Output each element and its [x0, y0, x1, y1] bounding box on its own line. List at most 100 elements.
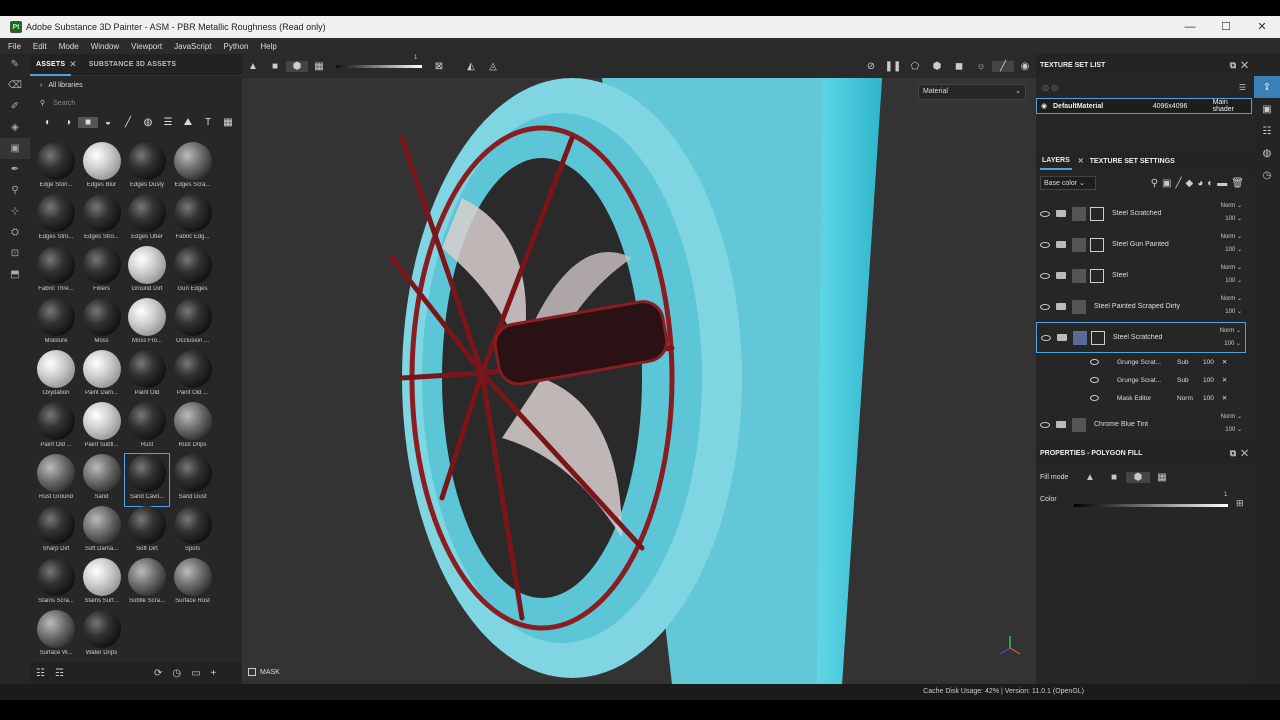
menu-python[interactable]: Python: [224, 42, 249, 51]
eye-icon[interactable]: ◉: [1041, 102, 1047, 110]
eye-icon[interactable]: [1090, 359, 1099, 365]
eye-icon[interactable]: [1090, 395, 1099, 401]
filter-environments-icon[interactable]: ⛰: [178, 117, 198, 128]
tab-assets[interactable]: ASSETS: [30, 54, 72, 76]
asset-tile[interactable]: Stains Surf...: [80, 558, 124, 610]
symmetry-icon[interactable]: ◭: [460, 61, 482, 72]
eye-icon[interactable]: [1040, 303, 1050, 310]
color-picker-icon[interactable]: ⊞: [1236, 498, 1244, 509]
tab-layers[interactable]: LAYERS: [1040, 153, 1072, 170]
close-icon[interactable]: ✕: [1222, 358, 1227, 366]
asset-tile[interactable]: Edges Stro...: [34, 194, 78, 246]
fill-object-icon[interactable]: ⬢: [1126, 471, 1150, 483]
asset-tile[interactable]: Paint Old ...: [34, 402, 78, 454]
layer-row[interactable]: Steel Scratched Norm ⌄ 100 ⌄: [1036, 322, 1246, 353]
layer-row[interactable]: Steel Scratched Norm ⌄ 100 ⌄: [1036, 198, 1246, 229]
history-panel-icon[interactable]: ◷: [1254, 164, 1280, 186]
new-window-icon[interactable]: ▭: [191, 668, 200, 679]
asset-tile[interactable]: Soft Dama...: [80, 506, 124, 558]
asset-tile[interactable]: Rust Drips: [171, 402, 215, 454]
mask-toggle[interactable]: MASK: [248, 668, 280, 676]
picker-icon[interactable]: ⊹: [0, 201, 30, 222]
asset-tile[interactable]: Edges Stro...: [80, 194, 124, 246]
effect-blend[interactable]: Sub: [1177, 359, 1203, 366]
3d-viewport[interactable]: Material ⌄ MASK: [242, 78, 1036, 684]
environment-icon[interactable]: ◍: [1254, 142, 1280, 164]
asset-tile[interactable]: Surface W...: [34, 610, 78, 662]
filter-text-icon[interactable]: T: [198, 117, 218, 128]
asset-tile[interactable]: Edges Uber: [125, 194, 169, 246]
layer-row[interactable]: Steel Painted Scraped Dirty Norm ⌄ 100 ⌄: [1036, 291, 1246, 322]
asset-tile[interactable]: Fibers: [80, 246, 124, 298]
triangle-mode-icon[interactable]: ▲: [242, 61, 264, 72]
fill-triangle-icon[interactable]: ▲: [1078, 472, 1102, 483]
asset-tile[interactable]: Fabric Edg...: [171, 194, 215, 246]
mask-effect-row[interactable]: Grunge Scrat... Sub 100 ✕: [1090, 353, 1246, 371]
share-icon[interactable]: ⇪: [1254, 76, 1280, 98]
asset-tile[interactable]: Spots: [171, 506, 215, 558]
all-libraries[interactable]: › All libraries: [30, 76, 242, 94]
mask-thumbnail[interactable]: [1090, 206, 1104, 221]
float-properties-icon[interactable]: ⧉ ✕: [1230, 448, 1248, 459]
eye-icon[interactable]: [1040, 272, 1050, 279]
texture-set-row[interactable]: ◉ DefaultMaterial 4096x4096 Main shader: [1036, 98, 1252, 114]
close-button[interactable]: ✕: [1244, 16, 1280, 38]
asset-tile[interactable]: Fabric Thre...: [34, 246, 78, 298]
asset-tile[interactable]: Oxydation: [34, 350, 78, 402]
object-mode-icon[interactable]: ⬢: [286, 60, 308, 72]
asset-tile[interactable]: Edges Blur: [80, 142, 124, 194]
asset-tile[interactable]: Soft Dirt: [125, 506, 169, 558]
effect-blend[interactable]: Sub: [1177, 377, 1203, 384]
projection-icon[interactable]: ✐: [0, 96, 30, 117]
mask-effect-row[interactable]: Grunge Scrat... Sub 100 ✕: [1090, 371, 1246, 389]
asset-tile[interactable]: Edges Dusty: [125, 142, 169, 194]
color-slider[interactable]: [1074, 504, 1228, 507]
layer-blend[interactable]: Norm ⌄ 100 ⌄: [1221, 262, 1242, 288]
effect-opacity[interactable]: 100: [1203, 377, 1214, 384]
filter-materials-icon[interactable]: ◐: [38, 117, 58, 128]
close-assets-tab-icon[interactable]: ✕: [69, 59, 77, 70]
polygon-fill-icon[interactable]: ▣: [0, 138, 30, 159]
filter-grid-icon[interactable]: ▦: [218, 117, 238, 128]
menu-window[interactable]: Window: [91, 42, 119, 51]
asset-tile[interactable]: Subtle Scra...: [125, 558, 169, 610]
asset-search[interactable]: ⚲ Search: [30, 94, 242, 112]
asset-tile[interactable]: Moss: [80, 298, 124, 350]
menu-mode[interactable]: Mode: [59, 42, 79, 51]
eye-icon[interactable]: [1040, 241, 1050, 248]
eye-icon[interactable]: [1041, 334, 1051, 341]
eraser-icon[interactable]: ⌫: [0, 75, 30, 96]
asset-tile[interactable]: Sand: [80, 454, 124, 506]
paint-icon[interactable]: ╱: [992, 60, 1014, 72]
filter-smart-materials-icon[interactable]: ◑: [58, 117, 78, 128]
menu-javascript[interactable]: JavaScript: [174, 42, 211, 51]
mask-thumbnail[interactable]: [1090, 237, 1104, 252]
smudge-icon[interactable]: ✒: [0, 159, 30, 180]
layer-blend[interactable]: Norm ⌄ 100 ⌄: [1221, 293, 1242, 319]
screenshot-icon[interactable]: ◉: [1014, 61, 1036, 72]
quad-mode-icon[interactable]: ■: [264, 61, 286, 72]
fit-icon[interactable]: ⊠: [428, 61, 450, 72]
menu-help[interactable]: Help: [260, 42, 276, 51]
lazy-mouse-icon[interactable]: ◬: [482, 61, 504, 72]
asset-tile[interactable]: Paint Old: [125, 350, 169, 402]
light-icon[interactable]: ☼: [970, 61, 992, 72]
asset-tile[interactable]: Edge Ston...: [34, 142, 78, 194]
asset-tile[interactable]: Rust Ground: [34, 454, 78, 506]
filter-smart-masks-icon[interactable]: ■: [78, 116, 98, 128]
export-icon[interactable]: ⬒: [0, 264, 30, 285]
paint-brush-icon[interactable]: ✎: [0, 54, 30, 75]
bake-icon[interactable]: ⛭: [0, 222, 30, 243]
brush-slider[interactable]: [336, 64, 422, 68]
asset-tile[interactable]: Water Drips: [80, 610, 124, 662]
camera-icon[interactable]: ◼: [948, 61, 970, 72]
asset-tile[interactable]: Moss Fro...: [125, 298, 169, 350]
filter-particles-icon[interactable]: ◍: [138, 117, 158, 128]
mask-effect-row[interactable]: Mask Editor Norm 100 ✕: [1090, 389, 1246, 407]
close-icon[interactable]: ✕: [1222, 376, 1227, 384]
hide-icon[interactable]: ⊘: [860, 61, 882, 72]
eye-icon[interactable]: [1040, 421, 1050, 428]
fill-uv-icon[interactable]: ▦: [1150, 472, 1174, 483]
layer-blend[interactable]: Norm ⌄ 100 ⌄: [1221, 411, 1242, 437]
asset-tile[interactable]: Paint Dam...: [80, 350, 124, 402]
